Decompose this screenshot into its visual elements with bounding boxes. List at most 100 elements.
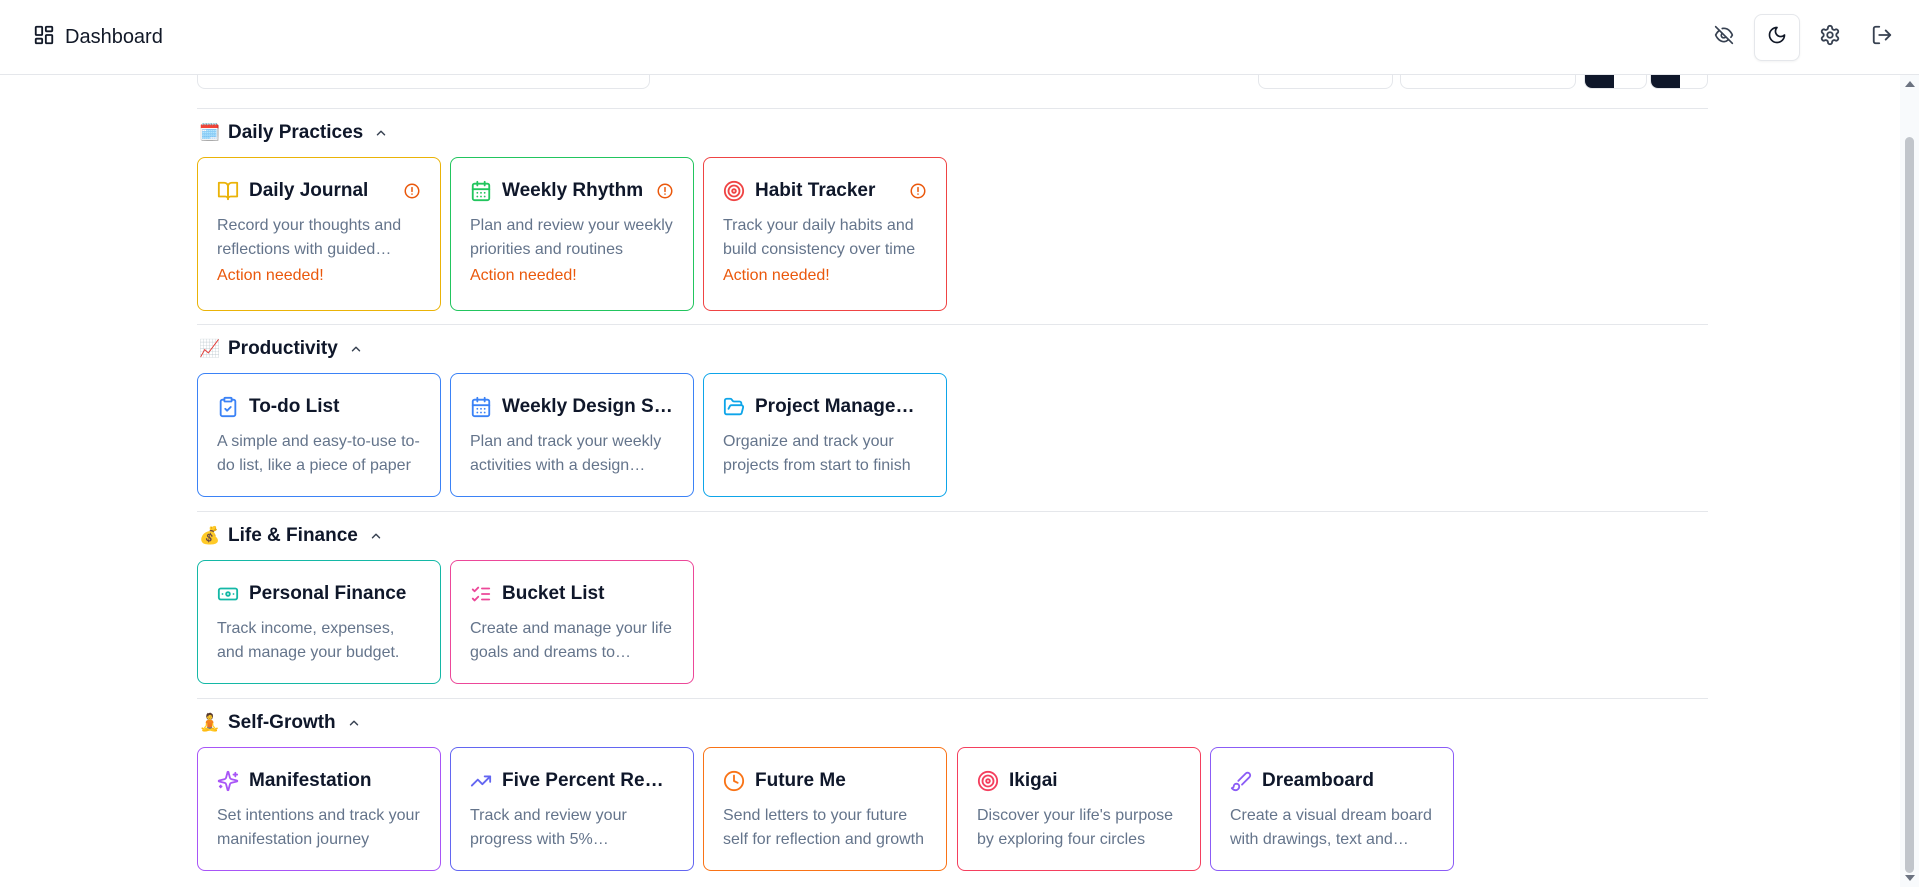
card-description: Plan and review your weekly priorities a… [470,217,673,258]
layout-toggle[interactable] [1650,75,1708,89]
list-checks-icon [470,583,492,605]
alert-circle-icon [657,183,673,199]
target-icon [977,770,999,792]
action-needed-label: Action needed! [470,267,577,284]
trending-up-icon [470,770,492,792]
view-toggle[interactable] [1584,75,1647,89]
card-title: Manifestation [249,770,372,791]
card-habit-tracker[interactable]: Habit Tracker Track your daily habits an… [703,157,947,311]
folder-open-icon [723,396,745,418]
card-description: Plan and track your weekly activities wi… [470,433,662,474]
card-description: Create a visual dream board with drawing… [1230,807,1432,848]
chevron-up-icon [371,533,381,539]
card-todo-list[interactable]: To-do List A simple and easy-to-use to-d… [197,373,441,497]
clipboard-check-icon [217,396,239,418]
card-ikigai[interactable]: Ikigai Discover your life's purpose by e… [957,747,1201,871]
card-description: Send letters to your future self for ref… [723,807,924,848]
card-description: Create and manage your life goals and dr… [470,620,672,661]
card-title: Project Management [755,396,927,417]
card-title: Dreamboard [1262,770,1374,791]
divider [197,108,1708,109]
sort-select[interactable] [1258,75,1393,89]
action-needed-label: Action needed! [723,267,830,284]
divider [197,511,1708,512]
chevron-up-icon [349,720,358,726]
divider [197,324,1708,325]
calendar-emoji-icon: 🗓️ [199,123,221,142]
card-manifestation[interactable]: Manifestation Set intentions and track y… [197,747,441,871]
eye-off-icon [1714,25,1734,50]
card-title: Bucket List [502,583,605,604]
section-title: Productivity [228,338,338,359]
divider [197,698,1708,699]
card-description: Track income, expenses, and manage your … [217,620,400,661]
card-future-me[interactable]: Future Me Send letters to your future se… [703,747,947,871]
section-header-daily-practices[interactable]: 🗓️ Daily Practices [199,119,388,147]
card-dreamboard[interactable]: Dreamboard Create a visual dream board w… [1210,747,1454,871]
section-header-life-finance[interactable]: 💰 Life & Finance [199,522,383,550]
action-needed-label: Action needed! [217,267,324,284]
top-bar: Dashboard [0,0,1919,75]
chart-emoji-icon: 📈 [199,339,221,358]
card-description: A simple and easy-to-use to-do list, lik… [217,433,420,474]
card-description: Organize and track your projects from st… [723,433,911,474]
calendar-icon [470,180,492,202]
settings-button[interactable] [1808,15,1852,59]
money-bag-emoji-icon: 💰 [199,526,221,545]
card-description: Set intentions and track your manifestat… [217,807,420,848]
card-title: To-do List [249,396,340,417]
card-title: Personal Finance [249,583,407,604]
moon-icon [1767,25,1787,50]
card-project-management[interactable]: Project Management Organize and track yo… [703,373,947,497]
card-weekly-rhythm[interactable]: Weekly Rhythm Plan and review your weekl… [450,157,694,311]
card-weekly-design-sprint[interactable]: Weekly Design Sprint Plan and track your… [450,373,694,497]
card-title: Ikigai [1009,770,1058,791]
target-icon [723,180,745,202]
page-title: Dashboard [65,26,163,48]
logout-icon [1871,24,1893,51]
chevron-up-icon [351,346,361,352]
section-title: Daily Practices [228,122,364,143]
banknote-icon [217,583,239,605]
brand[interactable]: Dashboard [33,24,163,51]
scroll-down-arrow[interactable] [1905,875,1915,881]
sparkles-icon [217,770,239,792]
card-title: Five Percent Review [502,770,674,791]
section-title: Life & Finance [228,525,358,546]
vertical-scrollbar[interactable] [1900,75,1919,887]
card-description: Track your daily habits and build consis… [723,217,916,258]
section-title: Self-Growth [228,712,336,733]
clock-icon [723,770,745,792]
card-daily-journal[interactable]: Daily Journal Record your thoughts and r… [197,157,441,311]
scrollbar-thumb[interactable] [1905,137,1914,873]
section-header-self-growth[interactable]: 🧘 Self-Growth [199,709,361,737]
book-open-icon [217,180,239,202]
card-five-percent-review[interactable]: Five Percent Review Track and review you… [450,747,694,871]
card-title: Habit Tracker [755,180,876,201]
card-personal-finance[interactable]: Personal Finance Track income, expenses,… [197,560,441,684]
card-description: Record your thoughts and reflections wit… [217,217,402,258]
card-description: Track and review your progress with 5% i… [470,807,627,848]
alert-circle-icon [910,183,926,199]
logout-button[interactable] [1860,15,1904,59]
card-title: Weekly Design Sprint [502,396,674,417]
dashboard-grid-icon [33,24,55,51]
card-description: Discover your life's purpose by explorin… [977,807,1174,848]
alert-circle-icon [404,183,420,199]
scroll-up-arrow[interactable] [1905,81,1915,87]
card-title: Daily Journal [249,180,369,201]
search-input[interactable] [197,75,650,89]
calendar-icon [470,396,492,418]
card-title: Future Me [755,770,846,791]
category-select[interactable] [1400,75,1576,89]
chevron-up-icon [376,130,386,136]
card-bucket-list[interactable]: Bucket List Create and manage your life … [450,560,694,684]
meditation-emoji-icon: 🧘 [199,713,221,732]
brush-icon [1230,770,1252,792]
hide-values-button[interactable] [1702,15,1746,59]
card-title: Weekly Rhythm [502,180,644,201]
gear-icon [1819,24,1841,51]
theme-toggle-button[interactable] [1754,14,1800,61]
dashboard-content: 🗓️ Daily Practices Daily Journal Record … [0,75,1900,887]
section-header-productivity[interactable]: 📈 Productivity [199,335,363,363]
